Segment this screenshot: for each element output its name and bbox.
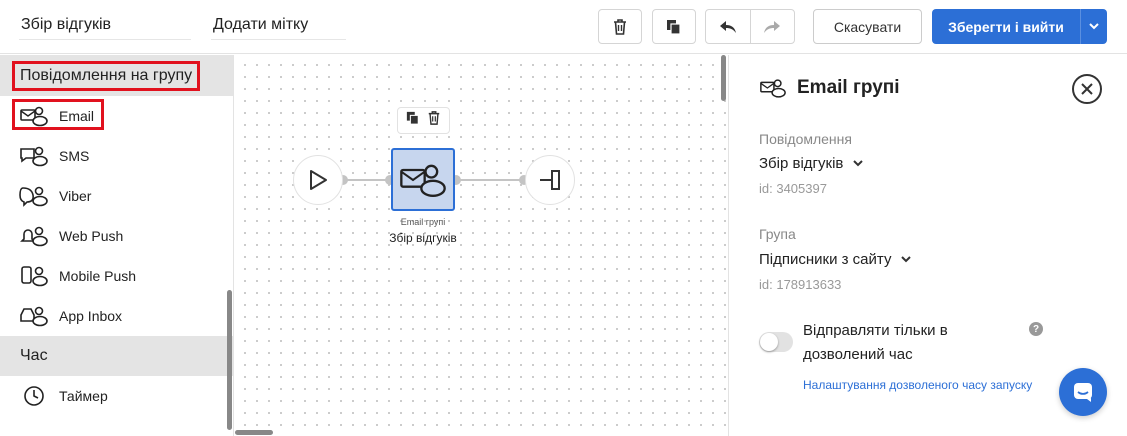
group-label: Група <box>759 226 796 242</box>
sidebar-item-label: Mobile Push <box>59 268 137 284</box>
message-id: id: 3405397 <box>759 181 827 196</box>
email-group-icon <box>400 164 446 197</box>
connector-line <box>455 179 525 181</box>
undo-icon <box>719 20 736 33</box>
message-select[interactable]: Збір відгуків <box>759 155 864 172</box>
sidebar-item-label: SMS <box>59 148 90 164</box>
node-delete-button[interactable] <box>427 110 441 131</box>
support-chat-button[interactable] <box>1059 368 1107 416</box>
chevron-down-icon <box>901 256 912 263</box>
allowed-time-settings-link[interactable]: Налаштування дозволеного часу запуску <box>803 376 1043 395</box>
copy-icon <box>406 111 419 125</box>
trash-icon <box>429 111 440 125</box>
top-toolbar: Збір відгуків Додати мітку Скасувати Збе… <box>0 0 1127 54</box>
sms-group-icon <box>18 144 50 168</box>
blocks-sidebar: Повідомлення на групу Email SMS Viber We… <box>0 55 234 436</box>
section-time[interactable]: Час <box>0 336 233 376</box>
canvas-horizontal-scrollbar[interactable] <box>235 430 273 435</box>
group-select[interactable]: Підписники з сайту <box>759 251 912 268</box>
sidebar-item-viber[interactable]: Viber <box>0 176 233 216</box>
email-group-node[interactable] <box>391 148 455 211</box>
sidebar-item-label: App Inbox <box>59 308 123 324</box>
cancel-button[interactable]: Скасувати <box>813 9 922 44</box>
node-name-label: Збір відгуків <box>389 231 457 245</box>
timer-icon <box>18 384 50 408</box>
save-options-dropdown[interactable] <box>1080 9 1107 44</box>
undo-button[interactable] <box>706 10 750 43</box>
canvas-vertical-scrollbar[interactable] <box>721 55 726 101</box>
section-title: Час <box>20 347 48 364</box>
panel-header: Email групі <box>759 77 900 99</box>
viber-group-icon <box>18 184 50 208</box>
message-value: Збір відгуків <box>759 155 844 172</box>
help-icon[interactable]: ? <box>1029 322 1043 336</box>
start-node[interactable] <box>293 155 343 205</box>
sidebar-item-timer[interactable]: Таймер <box>0 376 233 416</box>
allowed-time-label: Відправляти тільки в дозволений час <box>803 322 948 363</box>
campaign-name-input[interactable]: Збір відгуків <box>19 12 191 40</box>
node-toolbar <box>397 107 450 134</box>
group-id: id: 178913633 <box>759 277 842 292</box>
sidebar-item-sms[interactable]: SMS <box>0 136 233 176</box>
delete-button[interactable] <box>598 9 642 44</box>
workflow-canvas[interactable] <box>235 55 727 436</box>
history-buttons <box>705 9 795 44</box>
toggle-knob <box>760 333 778 351</box>
message-label: Повідомлення <box>759 131 852 147</box>
sidebar-scrollbar[interactable] <box>227 290 232 430</box>
trash-icon <box>614 18 626 35</box>
appinbox-group-icon <box>18 304 50 328</box>
chevron-down-icon <box>853 160 864 167</box>
highlight-frame <box>12 99 104 130</box>
sidebar-item-email[interactable]: Email <box>0 96 233 136</box>
email-group-icon <box>760 79 786 98</box>
section-title: Повідомлення на групу <box>12 60 201 91</box>
copy-icon <box>667 19 681 35</box>
webpush-group-icon <box>18 224 50 248</box>
chevron-down-icon <box>1089 23 1099 30</box>
mobilepush-group-icon <box>18 264 50 288</box>
group-value: Підписники з сайту <box>759 251 892 268</box>
redo-button[interactable] <box>749 10 794 43</box>
save-and-exit-button[interactable]: Зберегти і вийти <box>932 9 1107 44</box>
chat-icon <box>1074 383 1092 402</box>
sidebar-item-label: Web Push <box>59 228 124 244</box>
panel-title: Email групі <box>797 77 900 98</box>
sidebar-item-label: Viber <box>59 188 92 204</box>
sidebar-item-label: Таймер <box>59 388 108 404</box>
node-type-label: Email групі <box>400 217 446 227</box>
exit-icon <box>540 170 560 190</box>
end-node[interactable] <box>525 155 575 205</box>
redo-icon <box>764 20 781 33</box>
save-and-exit-label: Зберегти і вийти <box>948 18 1064 35</box>
close-panel-button[interactable] <box>1072 74 1102 104</box>
close-icon <box>1081 83 1093 95</box>
sidebar-item-app-inbox[interactable]: App Inbox <box>0 296 233 336</box>
add-tag-input[interactable]: Додати мітку <box>211 12 346 40</box>
node-copy-button[interactable] <box>406 111 420 130</box>
duplicate-button[interactable] <box>652 9 696 44</box>
sidebar-item-mobile-push[interactable]: Mobile Push <box>0 256 233 296</box>
section-group-messages[interactable]: Повідомлення на групу <box>0 55 233 96</box>
allowed-time-toggle[interactable] <box>759 332 793 352</box>
sidebar-item-web-push[interactable]: Web Push <box>0 216 233 256</box>
play-icon <box>310 170 327 190</box>
